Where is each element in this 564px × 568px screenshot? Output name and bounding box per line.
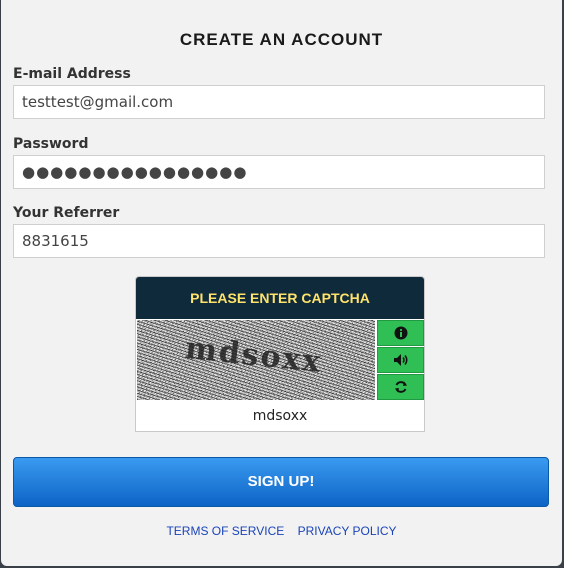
page-title: CREATE AN ACCOUNT xyxy=(179,30,384,49)
sign-up-button[interactable]: SIGN UP! xyxy=(13,457,549,507)
email-label: E-mail Address xyxy=(13,66,131,82)
email-field[interactable]: testtest@gmail.com xyxy=(13,85,545,119)
captcha-box: PLEASE ENTER CAPTCHA mdsoxx mdsoxx xyxy=(135,276,425,432)
password-field[interactable]: ●●●●●●●●●●●●●●●● xyxy=(13,155,545,189)
captcha-image: mdsoxx xyxy=(137,320,375,400)
captcha-info-button[interactable] xyxy=(377,320,424,346)
captcha-heading: PLEASE ENTER CAPTCHA xyxy=(136,277,424,319)
captcha-refresh-button[interactable] xyxy=(377,374,424,400)
speaker-icon xyxy=(393,353,409,367)
refresh-icon xyxy=(394,380,408,394)
referrer-label: Your Referrer xyxy=(13,205,120,221)
terms-of-service-link[interactable]: TERMS OF SERVICE xyxy=(166,524,284,538)
captcha-input[interactable]: mdsoxx xyxy=(137,401,423,431)
captcha-audio-button[interactable] xyxy=(377,347,424,373)
password-label: Password xyxy=(13,136,89,152)
captcha-image-text: mdsoxx xyxy=(183,330,324,381)
footer-links: TERMS OF SERVICE PRIVACY POLICY xyxy=(1,524,562,538)
referrer-field[interactable]: 8831615 xyxy=(13,224,545,258)
info-icon xyxy=(394,326,408,340)
signup-panel: CREATE AN ACCOUNT E-mail Address testtes… xyxy=(1,0,562,566)
privacy-policy-link[interactable]: PRIVACY POLICY xyxy=(298,524,397,538)
